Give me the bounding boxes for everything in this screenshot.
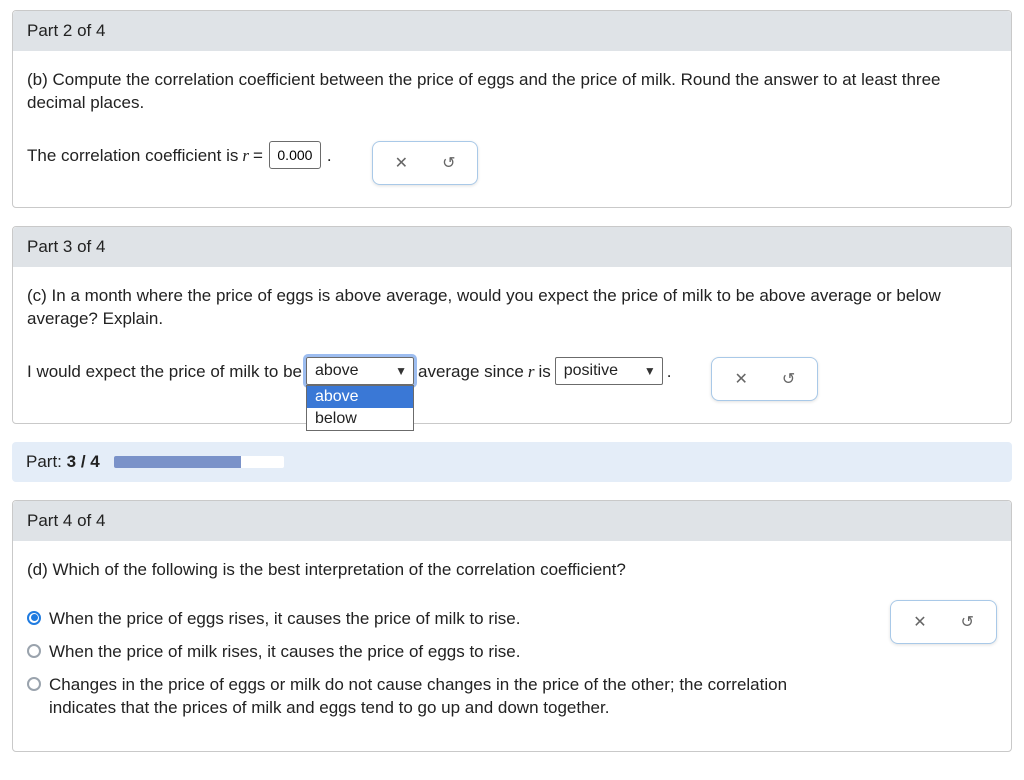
equals-sign: =	[253, 141, 263, 171]
part-2-card: Part 2 of 4 (b) Compute the correlation …	[12, 10, 1012, 208]
part-4-body: (d) Which of the following is the best i…	[13, 541, 1011, 752]
radio-c[interactable]	[27, 677, 41, 691]
part-2-answer-row: The correlation coefficient is r = . ✕ ↺	[27, 141, 997, 185]
radio-c-label: Changes in the price of eggs or milk do …	[49, 674, 827, 720]
clear-icon[interactable]: ✕	[395, 153, 408, 173]
reset-icon[interactable]: ↺	[782, 369, 795, 389]
part-3-answer-row: I would expect the price of milk to be a…	[27, 357, 997, 401]
part-2-question: (b) Compute the correlation coefficient …	[27, 69, 997, 115]
part-4-toolbox: ✕ ↺	[890, 600, 997, 644]
part-4-card: Part 4 of 4 (d) Which of the following i…	[12, 500, 1012, 753]
select-above-below-dropdown: above below	[306, 385, 414, 431]
progress-row: Part: 3 / 4	[12, 442, 1012, 482]
part-2-body: (b) Compute the correlation coefficient …	[13, 51, 1011, 207]
part-4-question: (d) Which of the following is the best i…	[27, 559, 997, 582]
select-above-below[interactable]: above ▼	[306, 357, 414, 385]
radio-a[interactable]	[27, 611, 41, 625]
part-4-content: When the price of eggs rises, it causes …	[27, 600, 997, 730]
radio-row-b: When the price of milk rises, it causes …	[27, 641, 827, 664]
reset-icon[interactable]: ↺	[961, 612, 974, 632]
select-above-below-value: above	[315, 362, 359, 380]
part-3-card: Part 3 of 4 (c) In a month where the pri…	[12, 226, 1012, 424]
correlation-input[interactable]	[269, 141, 321, 169]
part-3-body: (c) In a month where the price of eggs i…	[13, 267, 1011, 423]
part-3-question: (c) In a month where the price of eggs i…	[27, 285, 997, 331]
part-3-toolbox: ✕ ↺	[711, 357, 818, 401]
option-below[interactable]: below	[307, 408, 413, 430]
select-sign[interactable]: positive ▼	[555, 357, 663, 385]
period: .	[327, 141, 332, 171]
select-sign-value: positive	[564, 362, 618, 380]
part-4-header: Part 4 of 4	[13, 501, 1011, 541]
reset-icon[interactable]: ↺	[442, 153, 455, 173]
progress-track	[114, 456, 284, 468]
clear-icon[interactable]: ✕	[734, 369, 747, 389]
radio-list: When the price of eggs rises, it causes …	[27, 608, 827, 730]
part-3-lead: I would expect the price of milk to be	[27, 357, 302, 387]
chevron-down-icon: ▼	[395, 364, 407, 378]
radio-b-label: When the price of milk rises, it causes …	[49, 641, 520, 664]
period-2: .	[667, 357, 672, 387]
radio-a-label: When the price of eggs rises, it causes …	[49, 608, 520, 631]
option-above[interactable]: above	[307, 386, 413, 408]
progress-label: Part: 3 / 4	[26, 452, 100, 472]
radio-row-a: When the price of eggs rises, it causes …	[27, 608, 827, 631]
select-sign-wrap: positive ▼	[555, 357, 663, 385]
radio-b[interactable]	[27, 644, 41, 658]
part-2-lead: The correlation coefficient is	[27, 141, 238, 171]
r-symbol-2: r	[528, 357, 535, 387]
r-symbol: r	[242, 141, 249, 171]
part-2-toolbox: ✕ ↺	[372, 141, 479, 185]
part-2-header: Part 2 of 4	[13, 11, 1011, 51]
is-text: is	[538, 357, 550, 387]
progress-fill	[114, 456, 242, 468]
part-3-mid: average since	[418, 357, 524, 387]
part-3-header: Part 3 of 4	[13, 227, 1011, 267]
clear-icon[interactable]: ✕	[913, 612, 926, 632]
radio-row-c: Changes in the price of eggs or milk do …	[27, 674, 827, 720]
select-above-below-wrap: above ▼ above below	[306, 357, 414, 385]
chevron-down-icon: ▼	[644, 364, 656, 378]
